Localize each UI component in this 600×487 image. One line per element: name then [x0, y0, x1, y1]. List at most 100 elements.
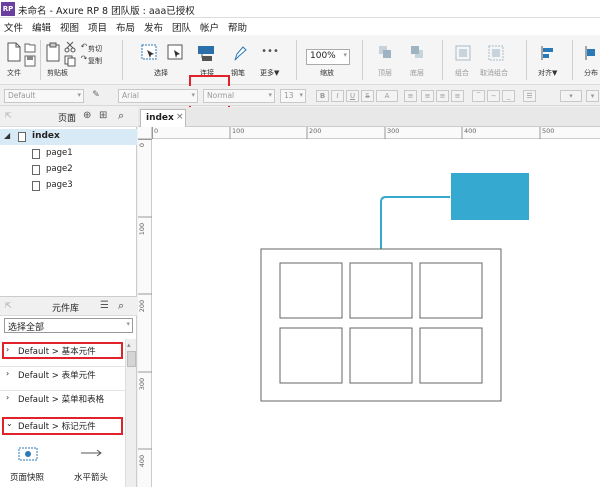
clipboard-icon [46, 42, 60, 62]
menu-project[interactable]: 项目 [88, 20, 107, 34]
style-select[interactable]: Default [4, 89, 84, 103]
send-to-back-button[interactable] [410, 45, 424, 61]
cut-button[interactable] [64, 41, 76, 53]
paste-button[interactable] [46, 41, 60, 63]
more-format-button[interactable]: ▾ [586, 90, 599, 102]
format-bar: Default ✎ Arial Normal 13 B I U S A ≡ ≡ … [0, 86, 600, 106]
search-icon[interactable]: ⌕ [118, 109, 124, 123]
tree-row-page3[interactable]: page3 [0, 178, 137, 194]
grid-cell-shape [419, 262, 483, 319]
menu-view[interactable]: 视图 [60, 20, 79, 34]
bullet-button[interactable]: ≡ [404, 90, 417, 102]
copy-button[interactable] [64, 55, 76, 67]
size-select[interactable]: 13 [280, 89, 306, 103]
scroll-thumb [127, 351, 136, 367]
grid-cell-shape [419, 327, 483, 384]
menu-icon[interactable]: ☰ [100, 300, 109, 311]
scissors-icon [64, 41, 76, 53]
tree-row-page1[interactable]: page1 [0, 146, 137, 162]
select-icon [141, 44, 157, 60]
open-button[interactable] [24, 41, 36, 53]
weight-select[interactable]: Normal [203, 89, 275, 103]
ungroup-button[interactable] [488, 45, 504, 61]
library-panel-header: ⇱ 元件库 ☰ ⌕ [0, 296, 137, 316]
group-icon [455, 45, 471, 61]
blue-rectangle-shape [451, 173, 529, 220]
collapse-icon[interactable]: ⇱ [5, 301, 12, 310]
more-icon[interactable]: ••• [260, 47, 280, 57]
zoom-select[interactable]: 100% [306, 49, 350, 65]
distribute-button[interactable] [584, 45, 598, 61]
valign-bottom-button[interactable]: _ [502, 90, 515, 102]
font-select[interactable]: Arial [118, 89, 198, 103]
snapshot-widget-label: 页面快照 [10, 473, 45, 483]
font-color-button[interactable]: A [376, 90, 398, 102]
tree-label-page3: page3 [46, 180, 73, 190]
collapse-icon[interactable]: ⇱ [5, 111, 12, 120]
align-icon [541, 46, 553, 60]
bold-button[interactable]: B [316, 90, 329, 102]
library-group-menu[interactable]: › Default > 菜单和表格 [0, 390, 125, 406]
strike-button[interactable]: S [361, 90, 374, 102]
menu-team[interactable]: 团队 [172, 20, 191, 34]
connect-button[interactable] [197, 43, 215, 63]
ungroup-label: 取消组合 [480, 69, 508, 77]
grid-cell-shape [349, 327, 413, 384]
fill-color-button[interactable]: ▾ [560, 90, 582, 102]
bring-to-front-button[interactable] [378, 45, 392, 61]
horizontal-arrow-icon[interactable] [80, 449, 104, 457]
library-scrollbar[interactable]: ▴ [125, 339, 136, 487]
add-page-icon[interactable]: ⊕ [83, 110, 91, 121]
select-label: 选择 [154, 69, 168, 77]
new-file-button[interactable] [6, 41, 22, 63]
menu-edit[interactable]: 编辑 [32, 20, 51, 34]
bullets-list-button[interactable]: ☰ [523, 90, 536, 102]
contain-select-icon [167, 44, 183, 60]
menu-account[interactable]: 帐户 [200, 20, 219, 34]
align-left-button[interactable]: ≡ [421, 90, 434, 102]
save-button[interactable] [24, 55, 36, 67]
canvas-area: index × 0 100 200 300 400 500 0 100 200 … [138, 107, 600, 487]
more-label[interactable]: 更多▼ [260, 68, 279, 78]
undo-label: 剪切 [88, 45, 102, 53]
tree-label-page1: page1 [46, 148, 73, 158]
chevron-right-icon: › [6, 369, 10, 378]
save-icon [24, 55, 36, 67]
group-button[interactable] [455, 45, 471, 61]
add-folder-icon[interactable]: ⊞ [99, 110, 107, 121]
underline-button[interactable]: U [346, 90, 359, 102]
menu-publish[interactable]: 发布 [144, 20, 163, 34]
menu-file[interactable]: 文件 [4, 20, 23, 34]
main-toolbar: 文件 剪贴板 剪切 复制 ↶ ↷ 选择 连接 钢笔 ••• 更多▼ 100% 缩… [0, 35, 600, 117]
tree-row-page2[interactable]: page2 [0, 162, 137, 178]
library-group-form[interactable]: › Default > 表单元件 [0, 366, 125, 382]
align-button[interactable] [540, 45, 556, 61]
italic-button[interactable]: I [331, 90, 344, 102]
select-mode-button[interactable] [140, 43, 158, 63]
grid-cell-shape [279, 327, 343, 384]
contain-select-button[interactable] [166, 43, 184, 63]
align-label[interactable]: 对齐▼ [538, 68, 557, 78]
pen-button[interactable] [232, 43, 248, 63]
search-icon[interactable]: ⌕ [118, 299, 124, 313]
align-right-button[interactable]: ≡ [451, 90, 464, 102]
tree-row-index[interactable]: ◢ index [0, 129, 137, 145]
chevron-right-icon: › [6, 393, 10, 402]
menu-layout[interactable]: 布局 [116, 20, 135, 34]
snapshot-widget-icon[interactable] [18, 445, 38, 461]
bring-front-icon [379, 46, 391, 58]
valign-top-button[interactable]: ‾ [472, 90, 485, 102]
valign-middle-button[interactable]: − [487, 90, 500, 102]
tree-label-page2: page2 [46, 164, 73, 174]
expand-triangle-icon[interactable]: ◢ [4, 131, 10, 140]
menu-help[interactable]: 帮助 [228, 20, 247, 34]
library-select[interactable]: 选择全部 [4, 318, 133, 333]
scroll-up-icon: ▴ [127, 341, 131, 349]
new-file-icon [7, 42, 21, 62]
canvas-drawing [260, 173, 529, 402]
redo-icon[interactable]: ↷ [80, 55, 88, 63]
format-painter-icon[interactable]: ✎ [90, 90, 102, 102]
library-group-label: Default > 菜单和表格 [18, 395, 105, 405]
undo-icon[interactable]: ↶ [80, 43, 88, 51]
align-center-button[interactable]: ≡ [436, 90, 449, 102]
